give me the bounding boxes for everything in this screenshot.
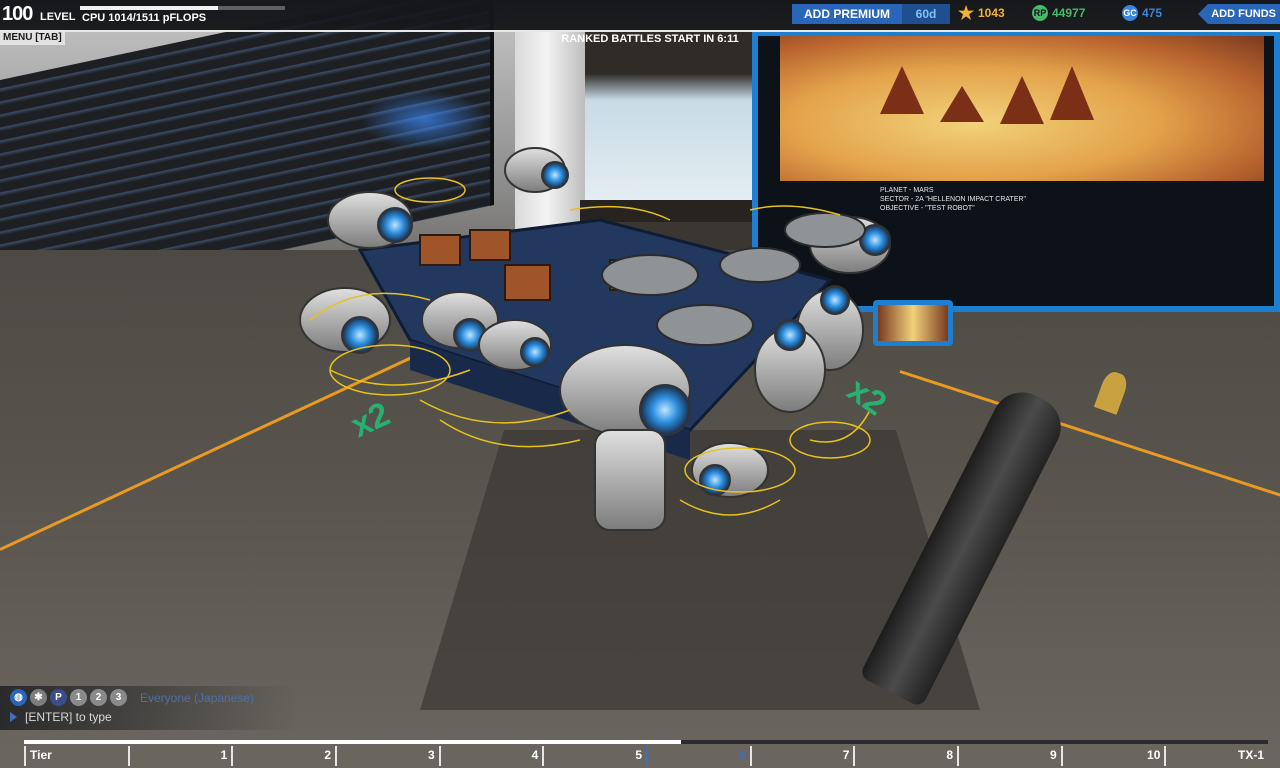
add-funds-button[interactable]: ADD FUNDS [1198,4,1280,24]
accessibility-icon[interactable]: ✱ [30,689,47,706]
gc-icon: GC [1122,5,1138,21]
tier-label: 10 [1147,748,1161,762]
tier-segment: 4 [438,746,543,766]
chat-arrow-icon [10,712,17,722]
tier-segment: Tier [24,746,128,766]
tier-segment: 2 [231,746,335,766]
tier-label: Tier [30,748,52,762]
party-icon[interactable]: P [50,689,67,706]
currency-gc: GC 475 [1122,5,1162,21]
level-number: 100 [2,3,33,25]
add-premium-label: ADD PREMIUM [804,7,890,21]
level-label: LEVEL [40,11,76,23]
robot-model[interactable]: x2 x2 [270,140,930,560]
tier-segment: 6 [646,746,750,766]
premium-days-remaining: 60d [902,4,950,24]
tier-label: 5 [635,748,643,762]
rp-icon: RP [1032,5,1048,21]
user-2-icon[interactable]: 2 [90,689,107,706]
add-premium-button[interactable]: ADD PREMIUM 60d [792,4,950,24]
chat-input[interactable]: [ENTER] to type [10,710,112,724]
tier-segment: 8 [853,746,957,766]
stars-value: 1043 [978,6,1005,20]
tier-segment: 5 [542,746,646,766]
tier-label: 8 [946,748,954,762]
cpu-bar-fill [80,6,218,10]
cpu-bar [80,6,285,10]
chat-channel-icons: ◍ ✱ P 1 2 3 [10,689,127,706]
cpu-readout: CPU 1014/1511 pFLOPS [82,12,207,24]
garage-scene: PLANET - MARS SECTOR - 2A "HELLENON IMPA… [0,0,1280,768]
tier-label: 7 [842,748,850,762]
chat-input-placeholder: [ENTER] to type [25,710,112,724]
tier-label: 9 [1050,748,1057,762]
user-1-icon[interactable]: 1 [70,689,87,706]
tier-segment: 9 [957,746,1061,766]
gc-value: 475 [1142,6,1163,20]
tier-segment: TX-1 [1164,746,1268,766]
tier-labels: Tier 1 2 3 4 5 6 7 8 9 10 TX-1 [24,746,1268,766]
user-3-icon[interactable]: 3 [110,689,127,706]
tier-label: 4 [531,748,539,762]
star-icon: ★ [957,2,975,23]
chat-channel-label[interactable]: Everyone (Japanese) [140,691,254,705]
currency-rp: RP 44977 [1032,5,1085,21]
tier-segment: 7 [749,746,854,766]
rp-value: 44977 [1052,6,1086,20]
menu-button[interactable]: MENU [TAB] [0,31,65,45]
tier-label: TX-1 [1238,748,1265,762]
ranked-battles-banner: RANKED BATTLES START IN 6:11 [561,33,739,45]
tier-track [24,740,1268,744]
tier-progress-bar: Tier 1 2 3 4 5 6 7 8 9 10 TX-1 [24,740,1268,768]
chat-panel: ◍ ✱ P 1 2 3 Everyone (Japanese) [ENTER] to ty… [0,686,300,730]
tier-label: 2 [324,748,332,762]
tier-label: 1 [220,748,228,762]
tier-progress-fill [24,740,681,744]
globe-icon[interactable]: ◍ [10,689,27,706]
x2-marker-left: x2 [345,395,395,445]
tier-label: 3 [428,748,435,762]
x2-marker-right: x2 [840,370,893,423]
currency-stars: ★ 1043 [957,2,1005,23]
top-hud-bar: 100 LEVEL CPU 1014/1511 pFLOPS ADD PREMI… [0,0,1280,32]
tier-segment: 10 [1060,746,1165,766]
tier-segment: 1 [127,746,232,766]
tier-segment: 3 [335,746,439,766]
tier-label: 6 [739,748,746,762]
